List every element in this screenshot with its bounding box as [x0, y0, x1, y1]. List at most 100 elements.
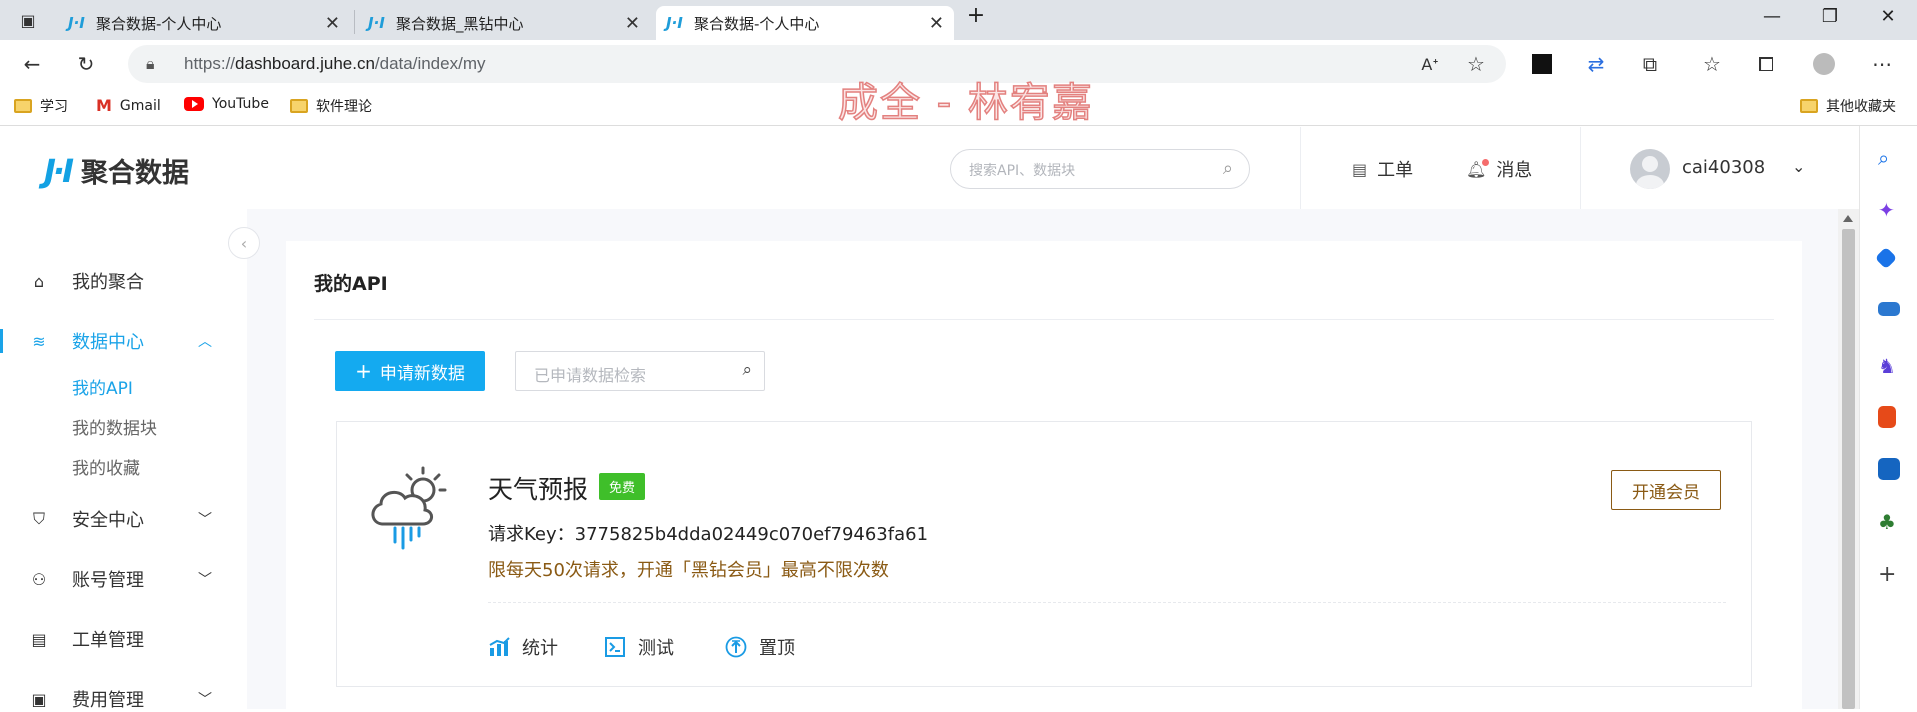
read-aloud-icon[interactable]: Aᐩ	[1416, 50, 1444, 78]
tools-icon[interactable]	[1878, 302, 1900, 316]
extension-icon[interactable]	[1528, 50, 1556, 78]
search-placeholder: 已申请数据检索	[534, 366, 647, 385]
open-vip-button[interactable]: 开通会员	[1611, 470, 1721, 510]
apply-new-data-button[interactable]: + 申请新数据	[335, 351, 485, 391]
minimize-button[interactable]: —	[1752, 6, 1792, 27]
main-content: 我的API + 申请新数据 已申请数据检索 ⌕ 天气预报 免费 请求Key：37…	[286, 241, 1802, 709]
api-name[interactable]: 天气预报	[488, 470, 588, 506]
tab-actions-icon[interactable]: ▣	[14, 6, 42, 34]
juhe-favicon-icon: J·I	[666, 14, 683, 32]
layers-icon: ≋	[32, 331, 46, 351]
collections-icon[interactable]: ⧠	[1752, 50, 1780, 78]
sidebar-subitem-my-api[interactable]: 我的API	[72, 374, 133, 399]
other-bookmarks-folder[interactable]: 其他收藏夹	[1800, 96, 1896, 116]
scroll-thumb[interactable]	[1842, 229, 1855, 709]
close-tab-icon[interactable]: ✕	[325, 13, 340, 34]
bar-chart-icon	[488, 636, 510, 658]
sidebar-collapse-button[interactable]: ‹	[228, 227, 260, 259]
sidebar-item-account[interactable]: ⚇ 账号管理 ﹀	[0, 567, 247, 592]
favorite-star-icon[interactable]: ☆	[1462, 50, 1490, 78]
close-tab-icon[interactable]: ✕	[625, 13, 640, 34]
back-arrow-icon[interactable]: ←	[18, 50, 46, 78]
bell-icon: 🔔︎	[1466, 158, 1490, 179]
tab-separator	[354, 10, 355, 34]
youtube-icon	[184, 97, 204, 111]
chevron-down-icon[interactable]: ⌄	[1792, 157, 1805, 176]
shield-icon: ⛉	[32, 509, 45, 528]
sidebar-item-tickets[interactable]: ▤ 工单管理	[0, 627, 247, 652]
extensions-puzzle-icon[interactable]: ⧉	[1636, 50, 1664, 78]
folder-icon	[1800, 99, 1818, 113]
user-icon: ⚇	[31, 569, 47, 589]
restore-button[interactable]: ❐	[1810, 6, 1850, 27]
games-icon[interactable]: ♞	[1878, 354, 1900, 378]
search-placeholder: 搜索API、数据块	[969, 163, 1076, 179]
address-bar[interactable]: 🔒︎ https://dashboard.juhe.cn/data/index/…	[128, 45, 1506, 83]
avatar[interactable]	[1630, 149, 1670, 189]
add-icon[interactable]: +	[1878, 562, 1900, 587]
shopping-tag-icon[interactable]	[1874, 246, 1898, 270]
sidebar-subitem-my-favorites[interactable]: 我的收藏	[72, 454, 140, 479]
pin-top-action[interactable]: 置顶	[725, 634, 795, 660]
wallet-icon: ▣	[31, 689, 47, 709]
scroll-up-arrow-icon[interactable]	[1843, 215, 1853, 222]
new-tab-button[interactable]: +	[956, 3, 996, 28]
site-header: J·I 聚合数据 搜索API、数据块 ⌕ ▤ 工单 🔔︎ 消息 cai40308…	[0, 127, 1859, 209]
divider	[314, 319, 1774, 320]
juhe-logo-icon: J·I	[44, 151, 74, 190]
search-icon[interactable]: ⌕	[1223, 158, 1233, 179]
url-text: https://dashboard.juhe.cn/data/index/my	[184, 54, 486, 73]
bookmark-youtube[interactable]: YouTube	[184, 96, 269, 112]
tab-title: 聚合数据-个人中心	[694, 14, 820, 33]
notification-dot	[1482, 158, 1490, 166]
api-key: 请求Key：3775825b4dda02449c070ef79463fa61	[488, 524, 929, 545]
reload-icon[interactable]: ↻	[72, 50, 100, 78]
site-search-input[interactable]: 搜索API、数据块 ⌕	[950, 149, 1250, 189]
profile-icon[interactable]	[1810, 50, 1838, 78]
copilot-icon[interactable]: ✦	[1878, 198, 1900, 222]
header-divider	[1300, 127, 1301, 209]
edge-sidebar: ⌕ ✦ ♞ ♣ +	[1859, 126, 1917, 709]
browser-tab-2[interactable]: J·I 聚合数据_黑钻中心 ✕	[358, 6, 650, 40]
close-tab-icon[interactable]: ✕	[929, 13, 944, 34]
plus-icon: +	[355, 359, 372, 383]
sidebar-item-data-center[interactable]: ≋ 数据中心 ︿	[0, 329, 247, 354]
extension-icon[interactable]: ⇄	[1582, 50, 1610, 78]
close-window-button[interactable]: ✕	[1868, 6, 1908, 27]
browser-tab-3-active[interactable]: J·I 聚合数据-个人中心 ✕	[656, 6, 954, 40]
sidebar-subitem-my-datablocks[interactable]: 我的数据块	[72, 414, 157, 439]
search-icon[interactable]: ⌕	[1878, 146, 1900, 170]
sidebar-item-my-juhe[interactable]: ⌂ 我的聚合	[0, 269, 247, 294]
bookmark-gmail[interactable]: M Gmail	[96, 96, 161, 115]
ticket-link[interactable]: ▤ 工单	[1352, 156, 1413, 182]
weather-rain-icon	[371, 466, 447, 550]
sidebar-item-billing[interactable]: ▣ 费用管理 ﹀	[0, 687, 247, 712]
juhe-favicon-icon: J·I	[68, 14, 85, 32]
browser-tab-1[interactable]: J·I 聚合数据-个人中心 ✕	[58, 6, 350, 40]
watermark-text: 成全 - 林宥嘉	[837, 79, 1094, 127]
search-icon[interactable]: ⌕	[742, 360, 752, 380]
applied-data-search-input[interactable]: 已申请数据检索 ⌕	[515, 351, 765, 391]
header-divider	[1580, 127, 1581, 209]
tab-title: 聚合数据_黑钻中心	[396, 14, 524, 33]
message-link[interactable]: 🔔︎ 消息	[1466, 156, 1532, 182]
page: J·I 聚合数据 搜索API、数据块 ⌕ ▤ 工单 🔔︎ 消息 cai40308…	[0, 127, 1859, 712]
test-action[interactable]: 测试	[604, 634, 674, 660]
office-icon[interactable]	[1878, 406, 1896, 428]
bookmark-folder[interactable]: 软件理论	[290, 96, 372, 116]
username[interactable]: cai40308	[1682, 157, 1765, 178]
chevron-down-icon: ﹀	[198, 512, 212, 528]
bookmark-folder[interactable]: 学习	[14, 96, 68, 116]
favorites-icon[interactable]: ☆	[1698, 50, 1726, 78]
api-limit-notice: 限每天50次请求，开通「黑钻会员」最高不限次数	[488, 560, 889, 581]
more-menu-icon[interactable]: ⋯	[1868, 50, 1896, 78]
sidebar-item-security[interactable]: ⛉ 安全中心 ﹀	[0, 507, 247, 531]
page-scrollbar[interactable]	[1838, 209, 1859, 709]
site-logo[interactable]: J·I 聚合数据	[44, 151, 189, 190]
stats-action[interactable]: 统计	[488, 634, 558, 660]
outlook-icon[interactable]	[1878, 458, 1900, 480]
tree-icon[interactable]: ♣	[1878, 510, 1900, 534]
tab-title: 聚合数据-个人中心	[96, 14, 222, 33]
free-badge: 免费	[599, 473, 646, 500]
page-title: 我的API	[314, 273, 388, 295]
